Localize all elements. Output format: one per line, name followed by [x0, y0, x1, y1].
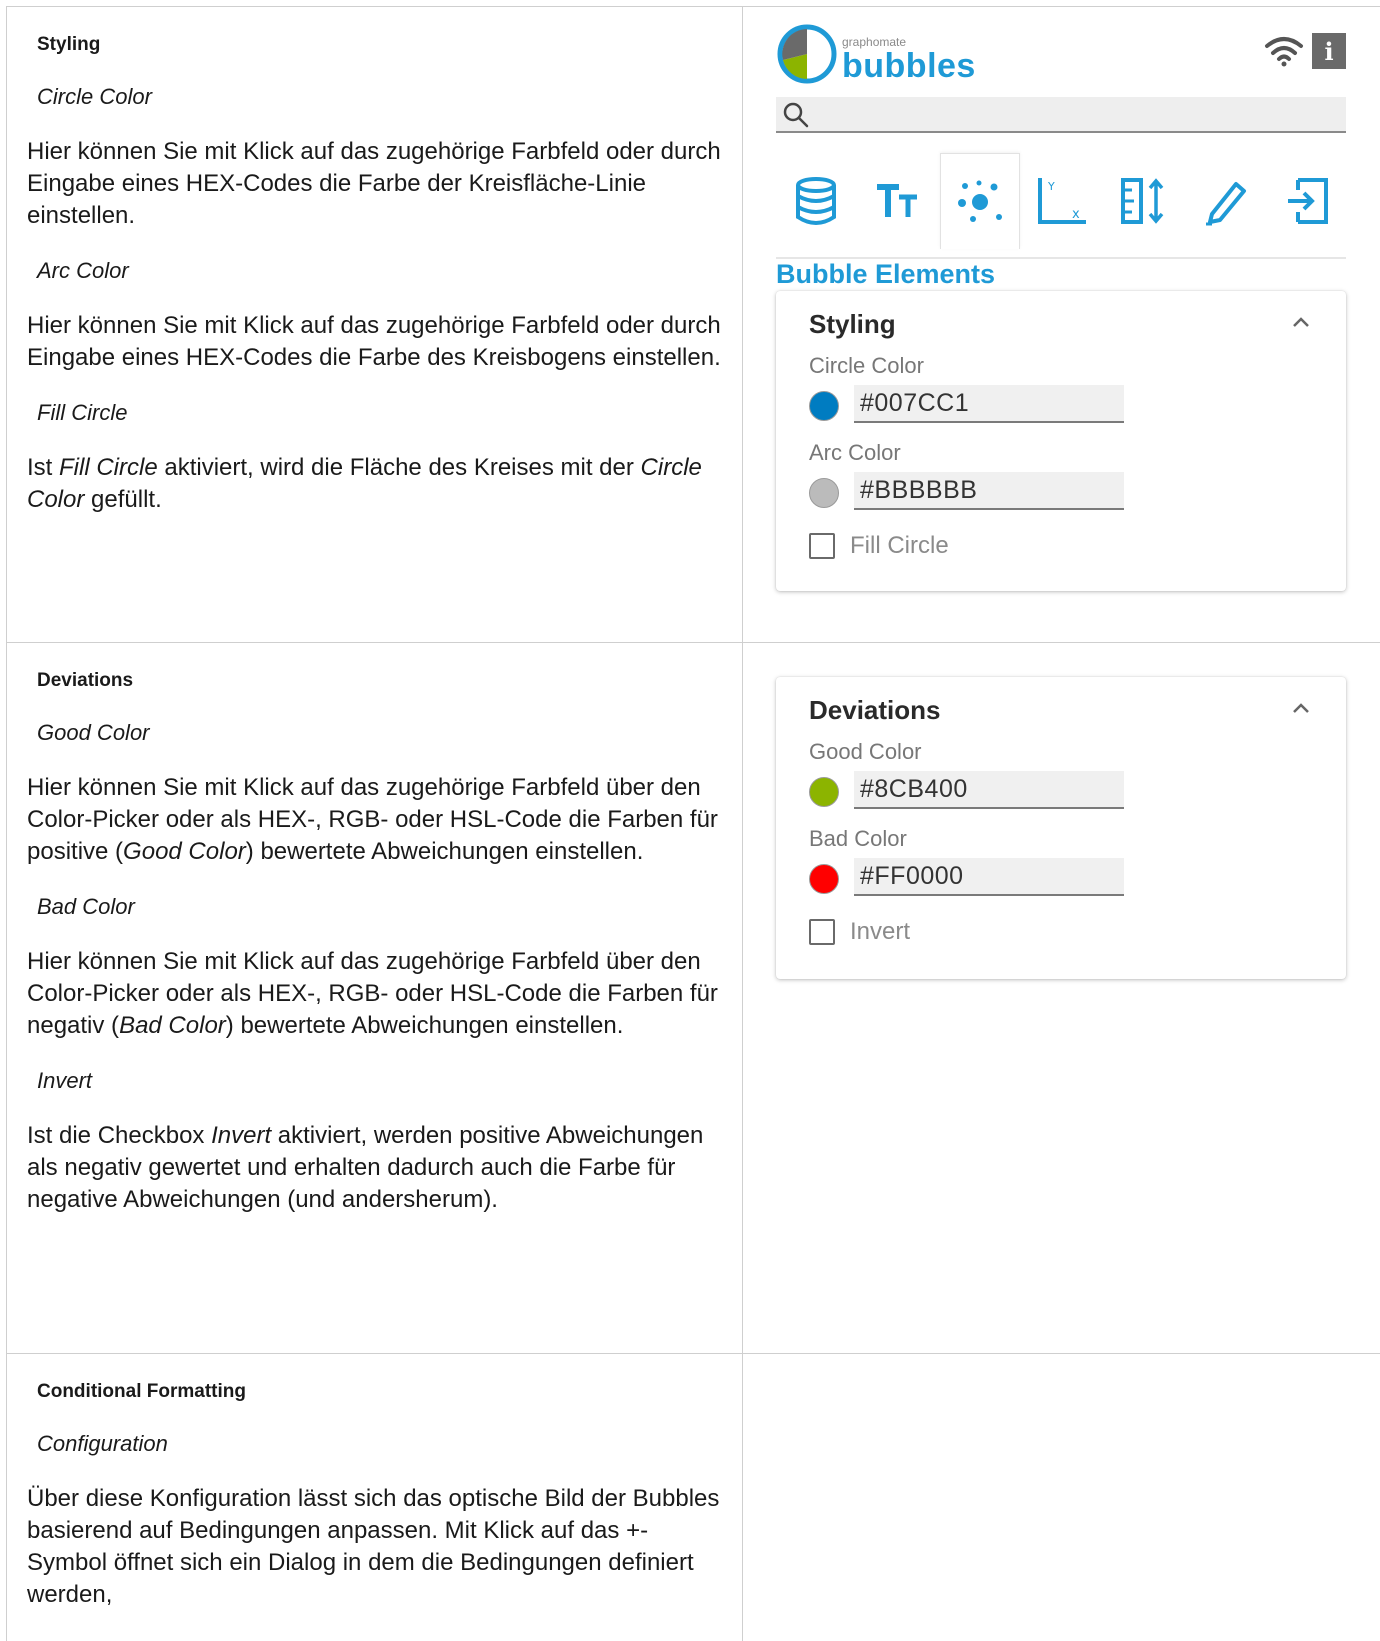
bad-color-swatch[interactable]	[809, 864, 839, 894]
screenshot-cell: Deviations Good Color #8CB400 Bad Color …	[743, 643, 1380, 1353]
logo-pie-icon	[777, 24, 837, 84]
chevron-up-icon[interactable]	[1290, 315, 1312, 329]
section-title: Bubble Elements	[776, 259, 996, 289]
sub-heading-invert: Invert	[37, 1068, 93, 1093]
text-span: aktiviert, wird die Fläche des Kreises m…	[157, 454, 641, 481]
table-row-conditional-formatting: Conditional Formatting Configuration Übe…	[6, 1354, 1380, 1641]
sub-heading-fill-circle: Fill Circle	[37, 400, 128, 425]
logo-product-text: bubbles	[842, 47, 976, 85]
search-bar[interactable]	[776, 97, 1346, 133]
circle-color-swatch[interactable]	[809, 391, 839, 421]
good-color-label: Good Color	[809, 739, 922, 764]
tab-export[interactable]	[1268, 153, 1348, 249]
paragraph-good-color: Hier können Sie mit Klick auf das zugehö…	[27, 772, 724, 868]
paragraph-arc-color: Hier können Sie mit Klick auf das zugehö…	[27, 312, 721, 371]
paragraph-configuration: Über diese Konfiguration lässt sich das …	[27, 1485, 720, 1608]
text-span: gefüllt.	[84, 486, 162, 513]
sub-heading-arc-color: Arc Color	[37, 258, 129, 283]
fill-circle-label: Fill Circle	[850, 532, 949, 559]
doc-table: Styling Circle Color Hier können Sie mit…	[6, 6, 1380, 1641]
text-span: ) bewertete Abweichungen einstellen.	[225, 1012, 624, 1039]
section-heading: Deviations	[37, 670, 134, 691]
tab-bubble-elements[interactable]	[940, 153, 1020, 249]
text-span: Ist die Checkbox	[27, 1122, 212, 1149]
section-heading: Conditional Formatting	[37, 1381, 246, 1402]
tab-highlight[interactable]	[1186, 153, 1266, 249]
table-row-deviations: Deviations Good Color Hier können Sie mi…	[6, 643, 1380, 1354]
bubble-elements-icon	[958, 180, 1002, 222]
section-heading: Styling	[37, 34, 101, 55]
circle-color-hex-input[interactable]: #007CC1	[854, 385, 1124, 423]
chevron-up-icon[interactable]	[1290, 701, 1312, 715]
fill-circle-checkbox[interactable]	[809, 533, 835, 559]
description-cell: Deviations Good Color Hier können Sie mi…	[6, 643, 743, 1353]
deviations-card: Deviations Good Color #8CB400 Bad Color …	[776, 677, 1346, 979]
info-button[interactable]: i	[1312, 33, 1346, 69]
good-color-hex-input[interactable]: #8CB400	[854, 771, 1124, 809]
good-color-swatch[interactable]	[809, 777, 839, 807]
emphasis: Invert	[211, 1122, 272, 1149]
paragraph-invert: Ist die Checkbox Invert aktiviert, werde…	[27, 1120, 724, 1216]
description-cell: Conditional Formatting Configuration Übe…	[6, 1354, 743, 1641]
invert-label: Invert	[850, 918, 911, 945]
tab-scale[interactable]	[1104, 153, 1184, 249]
circle-color-label: Circle Color	[809, 353, 924, 378]
sub-heading-bad-color: Bad Color	[37, 894, 135, 919]
description-cell: Styling Circle Color Hier können Sie mit…	[6, 7, 743, 642]
invert-checkbox[interactable]	[809, 919, 835, 945]
styling-card: Styling Circle Color #007CC1 Arc Color #…	[776, 291, 1346, 591]
bad-color-label: Bad Color	[809, 826, 907, 851]
graphomate-logo: graphomate bubbles	[776, 23, 976, 93]
search-icon	[783, 102, 809, 128]
paragraph-bad-color: Hier können Sie mit Klick auf das zugehö…	[27, 946, 724, 1042]
sub-heading-configuration: Configuration	[37, 1431, 168, 1456]
emphasis: Good Color	[123, 838, 246, 865]
card-title: Styling	[809, 309, 896, 339]
bad-color-hex-input[interactable]: #FF0000	[854, 858, 1124, 896]
svg-text:Y: Y	[1047, 180, 1055, 193]
emphasis: Fill Circle	[59, 454, 158, 481]
sub-heading-good-color: Good Color	[37, 720, 150, 745]
paragraph-circle-color: Hier können Sie mit Klick auf das zugehö…	[27, 138, 721, 229]
panel-header: graphomate bubbles i Y x	[776, 21, 1346, 259]
wifi-icon[interactable]	[1264, 35, 1304, 67]
search-input[interactable]	[816, 97, 1336, 131]
tab-data[interactable]	[776, 153, 856, 249]
export-icon	[1288, 178, 1328, 224]
table-row-styling: Styling Circle Color Hier können Sie mit…	[6, 7, 1380, 643]
card-title: Deviations	[809, 695, 941, 725]
arc-color-label: Arc Color	[809, 440, 901, 465]
text-span: ) bewertete Abweichungen einstellen.	[245, 838, 644, 865]
text-icon	[877, 184, 917, 217]
svg-text:x: x	[1072, 207, 1080, 222]
arc-color-hex-input[interactable]: #BBBBBB	[854, 472, 1124, 510]
emphasis: Bad Color	[119, 1012, 226, 1039]
paragraph-fill-circle: Ist Fill Circle aktiviert, wird die Fläc…	[27, 452, 724, 516]
tab-text[interactable]	[858, 153, 938, 249]
highlight-icon	[1206, 182, 1246, 226]
scale-icon	[1121, 178, 1164, 224]
data-icon	[796, 177, 836, 225]
arc-color-swatch[interactable]	[809, 478, 839, 508]
tab-axis[interactable]: Y x	[1022, 153, 1102, 249]
screenshot-cell: graphomate bubbles i Y x Bubble Elements…	[743, 7, 1380, 642]
settings-tabs: Y x	[776, 153, 1346, 249]
screenshot-cell	[743, 1354, 1380, 1641]
text-span: Ist	[27, 454, 60, 481]
sub-heading-circle-color: Circle Color	[37, 84, 152, 109]
axis-icon: Y x	[1038, 178, 1086, 224]
